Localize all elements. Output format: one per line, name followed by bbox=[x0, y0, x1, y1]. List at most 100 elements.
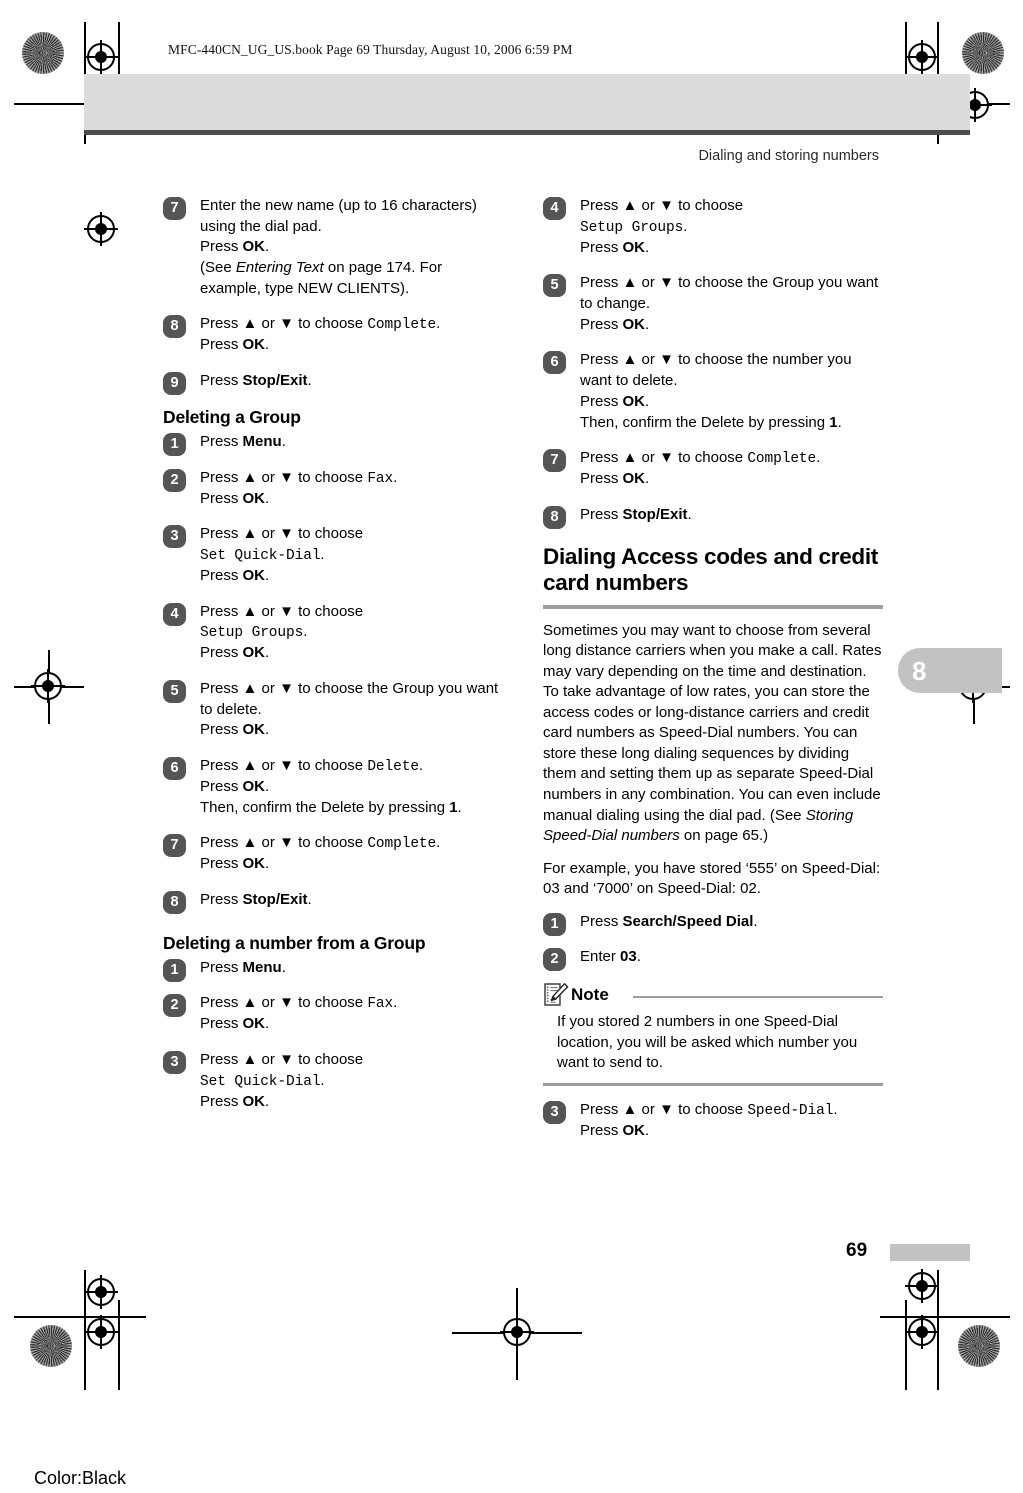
step-line: Press OK. bbox=[200, 643, 503, 664]
text-run: Stop/Exit bbox=[242, 891, 308, 909]
text-run: . bbox=[265, 566, 270, 584]
text-run: ▲ bbox=[622, 449, 638, 467]
steps-after-note: 3 Press ▲ or ▼ to choose Speed-Dial. Press… bbox=[543, 1100, 883, 1142]
crop-mark-line bbox=[118, 1300, 120, 1390]
step-text: Press ▲ or ▼ to choose Fax. Press OK. bbox=[200, 468, 503, 510]
text-run: . bbox=[636, 948, 641, 966]
text-run: OK bbox=[242, 855, 266, 873]
text-run: to choose bbox=[293, 834, 368, 852]
text-run: ▲ bbox=[242, 602, 258, 620]
text-run: Press bbox=[580, 470, 623, 488]
text-run: ▼ bbox=[279, 1051, 294, 1069]
text-run: . bbox=[418, 757, 424, 774]
text-run: Press bbox=[200, 238, 243, 256]
text-run: Then, confirm the Delete by pressing bbox=[200, 798, 450, 816]
note-header: Note bbox=[543, 983, 883, 1009]
step-number-badge: 4 bbox=[543, 197, 566, 220]
step-line: Press OK. bbox=[200, 237, 503, 258]
text-run: to choose bbox=[293, 994, 368, 1012]
text-run: ▼ bbox=[279, 315, 294, 333]
text-run: ▲ bbox=[242, 468, 258, 486]
text-run: or bbox=[257, 1051, 280, 1069]
page-number-bar bbox=[890, 1244, 970, 1261]
step-line: Setup Groups. bbox=[200, 622, 503, 643]
step-text: Press ▲ or ▼ to choose Speed-Dial. Press … bbox=[580, 1100, 883, 1142]
step-line: Press ▲ or ▼ to choose Delete. bbox=[200, 756, 503, 777]
step-line: Press OK. bbox=[580, 315, 883, 336]
step-line: Press OK. bbox=[200, 1014, 503, 1035]
text-run: ▲ bbox=[242, 834, 258, 852]
text-run: . bbox=[265, 644, 270, 662]
text-run: Press bbox=[580, 351, 623, 369]
text-run: . bbox=[753, 912, 758, 930]
text-run: ▼ bbox=[659, 351, 674, 369]
step-text: Press Menu. bbox=[200, 958, 503, 979]
text-run: Press bbox=[200, 834, 243, 852]
step-line: Press ▲ or ▼ to choose Speed-Dial. bbox=[580, 1100, 883, 1121]
text-run: Press bbox=[200, 1051, 243, 1069]
dialing-access-paragraphs: Sometimes you may want to choose from se… bbox=[543, 621, 883, 900]
text-run: ▲ bbox=[622, 1100, 638, 1118]
text-run: . bbox=[393, 994, 398, 1012]
step-line: Then, confirm the Delete by pressing 1. bbox=[200, 798, 503, 819]
text-run: Entering Text bbox=[235, 259, 324, 277]
text-run: ▼ bbox=[279, 757, 294, 774]
heading-deleting-a-group: Deleting a Group bbox=[163, 406, 301, 427]
text-run: . bbox=[307, 891, 312, 909]
step-number-badge: 1 bbox=[543, 912, 566, 936]
step-number-badge: 2 bbox=[163, 994, 186, 1018]
registration-target-icon bbox=[84, 1315, 118, 1349]
text-run: OK bbox=[242, 336, 266, 354]
step-line: Then, confirm the Delete by pressing 1. bbox=[580, 413, 883, 434]
text-run: OK bbox=[242, 1015, 266, 1033]
heading-deleting-a-number-from-a-group: Deleting a number from a Group bbox=[163, 932, 426, 953]
step-line: Press Stop/Exit. bbox=[580, 505, 883, 526]
numbered-step: 8 Press Stop/Exit. bbox=[543, 505, 883, 529]
step-text: Press Search/Speed Dial. bbox=[580, 912, 883, 933]
body-paragraph: Sometimes you may want to choose from se… bbox=[543, 621, 883, 847]
step-number-badge: 5 bbox=[543, 274, 566, 298]
text-run: OK bbox=[242, 721, 266, 739]
step-line: Set Quick-Dial. bbox=[200, 1071, 503, 1092]
steps-deleting-a-number: 1 Press Menu. 2 Press ▲ or ▼ to choose Fax.… bbox=[163, 958, 503, 1113]
text-run: 1 bbox=[829, 413, 838, 431]
step-line: Press OK. bbox=[200, 720, 503, 741]
text-run: to choose bbox=[673, 1100, 748, 1118]
text-run: Press bbox=[200, 1015, 243, 1033]
text-run: . bbox=[816, 449, 821, 467]
text-run: . bbox=[833, 1100, 838, 1118]
text-run: or bbox=[257, 525, 280, 543]
step-number-badge: 7 bbox=[163, 197, 186, 220]
text-run: to choose bbox=[293, 757, 368, 774]
note-box: Note If you stored 2 numbers in one Spee… bbox=[543, 983, 883, 1086]
text-run: Setup Groups bbox=[200, 625, 304, 642]
step-number-badge: 3 bbox=[163, 525, 186, 549]
step-line: Press ▲ or ▼ to choose bbox=[200, 524, 503, 545]
text-run: Fax bbox=[367, 996, 394, 1013]
chapter-tab-number: 8 bbox=[912, 656, 927, 686]
text-run: . bbox=[687, 505, 692, 523]
step-number-badge: 3 bbox=[543, 1100, 566, 1124]
step-text: Press ▲ or ▼ to choose Set Quick-Dial. Pre… bbox=[200, 1050, 503, 1112]
print-band-rule bbox=[84, 130, 970, 135]
step-line: Press ▲ or ▼ to choose Fax. bbox=[200, 468, 503, 489]
text-run: . bbox=[645, 315, 650, 333]
book-source-line: MFC-440CN_UG_US.book Page 69 Thursday, A… bbox=[168, 42, 573, 57]
registration-rosette-icon bbox=[22, 32, 64, 74]
right-column: 4 Press ▲ or ▼ to choose Setup Groups. Pres… bbox=[543, 196, 883, 1156]
text-run: ▲ bbox=[242, 525, 258, 543]
registration-target-icon bbox=[84, 212, 118, 246]
step-number-badge: 8 bbox=[163, 315, 186, 339]
text-run: Press bbox=[200, 566, 243, 584]
text-run: Set Quick-Dial bbox=[200, 1073, 321, 1090]
step-line: Set Quick-Dial. bbox=[200, 545, 503, 566]
crop-mark-line bbox=[14, 1316, 146, 1318]
text-run: . bbox=[303, 623, 308, 641]
text-run: Press bbox=[200, 891, 243, 909]
text-run: or bbox=[637, 449, 660, 467]
text-run: or bbox=[257, 315, 280, 333]
step-text: Press ▲ or ▼ to choose Set Quick-Dial. Pre… bbox=[200, 524, 503, 586]
text-run: Enter bbox=[580, 948, 621, 966]
numbered-step: 8 Press ▲ or ▼ to choose Complete. Press O… bbox=[163, 314, 503, 356]
registration-target-icon bbox=[905, 1269, 939, 1303]
